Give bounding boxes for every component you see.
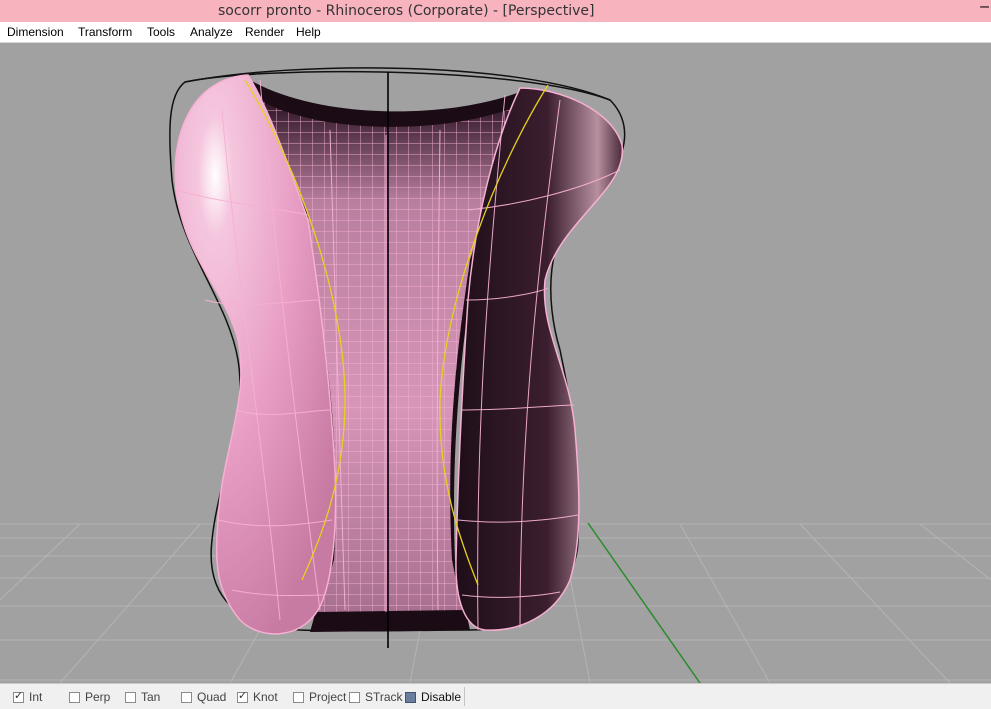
osnap-disable-label: Disable bbox=[421, 690, 462, 704]
osnap-knot-label: Knot bbox=[253, 690, 278, 704]
menu-transform[interactable]: Transform bbox=[78, 25, 132, 39]
menu-bar: Dimension Transform Tools Analyze Render… bbox=[0, 22, 991, 43]
osnap-int[interactable]: Int bbox=[13, 689, 42, 705]
menu-help[interactable]: Help bbox=[296, 25, 321, 39]
viewport-canvas bbox=[0, 67, 991, 683]
window-title: socorr pronto - Rhinoceros (Corporate) -… bbox=[218, 3, 595, 19]
osnap-project[interactable]: Project bbox=[293, 689, 346, 705]
checkbox-project[interactable] bbox=[293, 691, 304, 703]
minimize-button[interactable]: – bbox=[980, 0, 989, 16]
checkbox-knot[interactable] bbox=[237, 689, 248, 703]
osnap-knot[interactable]: Knot bbox=[237, 689, 278, 705]
menu-analyze[interactable]: Analyze bbox=[190, 25, 233, 39]
osnap-project-label: Project bbox=[309, 690, 347, 704]
checkbox-quad[interactable] bbox=[181, 691, 192, 703]
checkbox-strack[interactable] bbox=[349, 691, 360, 703]
status-separator bbox=[464, 687, 465, 706]
checkbox-disable[interactable] bbox=[405, 691, 416, 703]
osnap-perp[interactable]: Perp bbox=[69, 689, 110, 705]
checkbox-perp[interactable] bbox=[69, 691, 80, 703]
osnap-strack[interactable]: STrack bbox=[349, 689, 403, 705]
osnap-tan-label: Tan bbox=[141, 690, 161, 704]
checkbox-int[interactable] bbox=[13, 689, 24, 703]
menu-tools[interactable]: Tools bbox=[147, 25, 175, 39]
osnap-strack-label: STrack bbox=[365, 690, 403, 704]
osnap-disable[interactable]: Disable bbox=[405, 689, 461, 705]
perspective-viewport[interactable] bbox=[0, 43, 991, 683]
osnap-quad[interactable]: Quad bbox=[181, 689, 226, 705]
osnap-int-label: Int bbox=[29, 690, 43, 704]
y-axis-line bbox=[587, 522, 701, 683]
osnap-perp-label: Perp bbox=[85, 690, 111, 704]
menu-render[interactable]: Render bbox=[245, 25, 284, 39]
menu-dimension[interactable]: Dimension bbox=[7, 25, 64, 39]
osnap-tan[interactable]: Tan bbox=[125, 689, 160, 705]
status-bar: Int Perp Tan Quad Knot Project STrack Di… bbox=[0, 683, 991, 709]
osnap-quad-label: Quad bbox=[197, 690, 227, 704]
checkbox-tan[interactable] bbox=[125, 691, 136, 703]
title-bar: socorr pronto - Rhinoceros (Corporate) -… bbox=[0, 0, 991, 23]
